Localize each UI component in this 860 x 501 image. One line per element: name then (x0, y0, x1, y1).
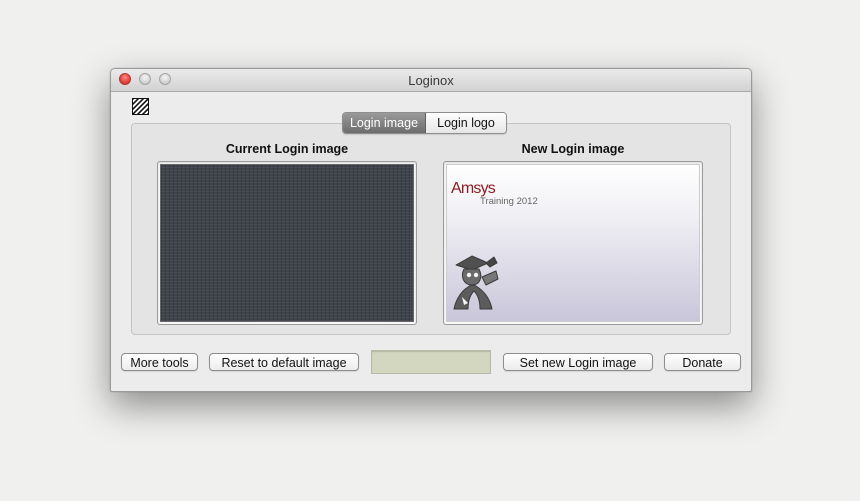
reset-default-image-button[interactable]: Reset to default image (209, 353, 359, 371)
more-tools-button[interactable]: More tools (121, 353, 198, 371)
title-bar[interactable]: Loginox (111, 69, 751, 92)
window-title: Loginox (408, 73, 454, 88)
current-login-image (160, 164, 414, 322)
striped-square-icon (132, 98, 149, 115)
brand-subtitle: Training 2012 (480, 196, 538, 207)
graduate-mascot-icon (453, 255, 499, 310)
new-image-well[interactable]: Amsys Training 2012 (443, 161, 703, 325)
current-image-label: Current Login image (225, 142, 349, 156)
tab-control: Login image Login logo (342, 112, 507, 134)
set-new-login-image-button[interactable]: Set new Login image (503, 353, 653, 371)
status-field[interactable] (371, 350, 491, 374)
tab-login-logo[interactable]: Login logo (426, 113, 506, 133)
current-image-well[interactable] (157, 161, 417, 325)
new-image-label: New Login image (521, 142, 625, 156)
new-login-image: Amsys Training 2012 (446, 164, 700, 322)
donate-button[interactable]: Donate (664, 353, 741, 371)
loginox-window: Loginox Login image Login logo Current L… (110, 68, 752, 392)
tab-login-image[interactable]: Login image (343, 113, 426, 133)
